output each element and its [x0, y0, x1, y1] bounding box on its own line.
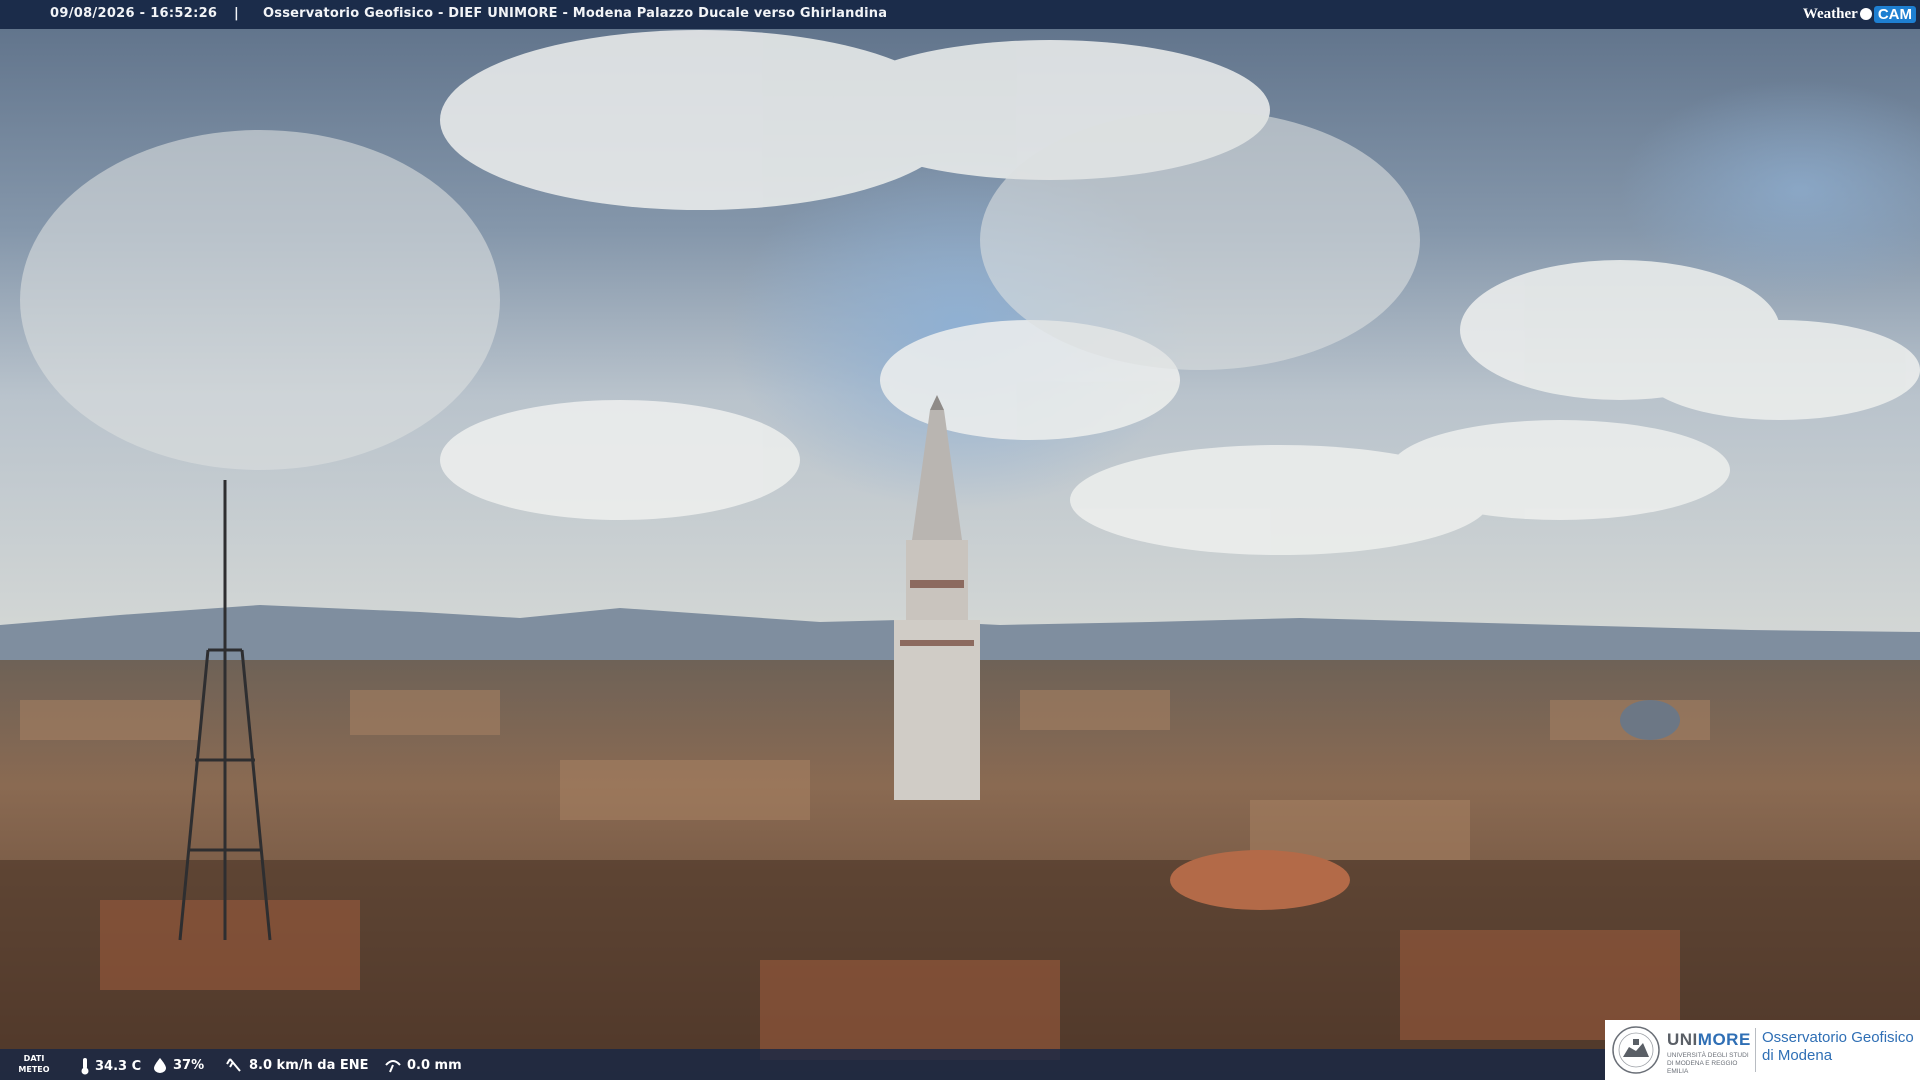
weather-label: DATI METEO [18, 1054, 50, 1074]
weather-data-bar: DATI METEO 34.3 C 37% 8.0 km/h da ENE 0.… [0, 1049, 1605, 1080]
humidity-value: 37% [173, 1057, 205, 1073]
thermometer-icon [81, 1058, 89, 1075]
separator: | [234, 6, 239, 21]
brand-cam: CAM [1873, 5, 1916, 23]
top-info-bar: 09/08/2026 - 16:52:26 | Osservatorio Geo… [0, 0, 1920, 29]
humidity-drop-icon [154, 1058, 166, 1073]
wind-reading: 8.0 km/h da ENE [226, 1057, 369, 1073]
wind-icon [226, 1058, 241, 1072]
unimore-wordmark: UNIMORE [1667, 1030, 1751, 1050]
university-subtitle: UNIVERSITÀ DEGLI STUDI DI MODENA E REGGI… [1667, 1052, 1749, 1075]
rain-gauge-icon [385, 1060, 401, 1073]
wind-value: 8.0 km/h da ENE [249, 1057, 369, 1073]
weathercam-logo: Weather CAM [1803, 3, 1916, 25]
temperature-reading: 34.3 C [80, 1057, 141, 1075]
temperature-value: 34.3 C [95, 1058, 142, 1074]
timestamp: 09/08/2026 - 16:52:26 [50, 6, 218, 21]
camera-title: Osservatorio Geofisico - DIEF UNIMORE - … [263, 6, 888, 21]
brand-weather: Weather [1802, 5, 1858, 22]
rain-reading: 0.0 mm [384, 1057, 462, 1073]
brand-dot-icon [1859, 8, 1872, 20]
dome-left [1170, 850, 1350, 910]
rain-value: 0.0 mm [407, 1057, 462, 1073]
observatory-name: Osservatorio Geofisico di Modena [1762, 1029, 1914, 1064]
logo-divider [1755, 1028, 1756, 1072]
unimore-logo-panel: UNIMORE UNIVERSITÀ DEGLI STUDI DI MODENA… [1605, 1020, 1920, 1080]
webcam-view [0, 0, 1920, 1080]
humidity-reading: 37% [152, 1057, 204, 1073]
more-text: MORE [1697, 1030, 1751, 1049]
uni-text: UNI [1667, 1030, 1698, 1049]
dome-right [1620, 700, 1680, 740]
university-seal-icon [1612, 1026, 1660, 1074]
